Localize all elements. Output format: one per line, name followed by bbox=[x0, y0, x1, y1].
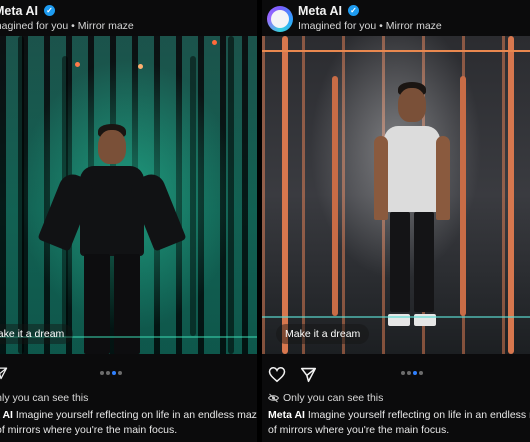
meta-topic[interactable]: Mirror maze bbox=[78, 20, 134, 32]
post-meta: Imagined for you • Mirror maze bbox=[0, 20, 134, 32]
verified-badge-icon: ✓ bbox=[348, 5, 359, 16]
caption-line-2: of mirrors where you're the main focus. bbox=[268, 424, 450, 436]
caption: Meta AI Imagine yourself reflecting on l… bbox=[268, 408, 530, 423]
make-it-a-dream-chip[interactable]: Make it a dream bbox=[276, 324, 370, 344]
caption-author[interactable]: Meta AI bbox=[0, 409, 13, 421]
author-name[interactable]: Meta AI bbox=[0, 4, 38, 18]
visibility-text: Only you can see this bbox=[0, 392, 89, 404]
light-bulb bbox=[212, 40, 217, 45]
caption-author[interactable]: Meta AI bbox=[268, 409, 305, 421]
post-meta: Imagined for you • Mirror maze bbox=[298, 20, 442, 32]
light-bulb bbox=[138, 64, 143, 69]
post-header: Meta AI ✓ Imagined for you • Mirror maze bbox=[0, 0, 257, 36]
paper-plane-icon[interactable] bbox=[0, 366, 8, 380]
verified-badge-icon: ✓ bbox=[44, 5, 55, 16]
carousel-dot bbox=[106, 371, 110, 375]
mirror-pillar bbox=[18, 36, 24, 354]
meta-topic[interactable]: Mirror maze bbox=[386, 20, 442, 32]
generated-image[interactable] bbox=[0, 36, 257, 354]
caption-line-2: of mirrors where you're the main focus. bbox=[0, 424, 178, 436]
caption-line-1: Imagine yourself reflecting on life in a… bbox=[307, 409, 530, 421]
meta-separator: • bbox=[71, 20, 75, 32]
mirror-pillar bbox=[190, 56, 196, 336]
post-header: Meta AI ✓ Imagined for you • Mirror maze bbox=[262, 0, 530, 36]
light-bulb bbox=[75, 62, 80, 67]
carousel-indicator bbox=[100, 371, 130, 377]
visibility-text: Only you can see this bbox=[283, 392, 384, 404]
paper-plane-icon[interactable] bbox=[300, 366, 317, 383]
post-right: Meta AI ✓ Imagined for you • Mirror maze bbox=[262, 0, 530, 442]
generated-image[interactable] bbox=[262, 36, 530, 354]
carousel-dot bbox=[100, 371, 104, 375]
eye-slash-icon bbox=[268, 393, 279, 403]
carousel-dot bbox=[419, 371, 423, 375]
mirror-pillar bbox=[228, 36, 234, 354]
carousel-dot bbox=[407, 371, 411, 375]
more-options-icon[interactable] bbox=[262, 9, 264, 13]
heart-icon[interactable] bbox=[268, 366, 286, 383]
carousel-dot-active bbox=[112, 371, 116, 375]
mirror-frame bbox=[508, 36, 514, 354]
make-it-a-dream-chip[interactable]: Make it a dream bbox=[0, 324, 74, 344]
mirror-frame bbox=[282, 36, 288, 354]
meta-label: Imagined for you bbox=[0, 20, 69, 32]
caption: Meta AI Imagine yourself reflecting on l… bbox=[0, 408, 257, 423]
carousel-dot bbox=[401, 371, 405, 375]
author-name[interactable]: Meta AI bbox=[298, 4, 342, 18]
person-figure bbox=[37, 124, 190, 354]
floor-reflection bbox=[262, 316, 530, 318]
person-figure bbox=[362, 80, 462, 350]
meta-ai-avatar[interactable] bbox=[267, 6, 293, 32]
mirror-frame bbox=[332, 76, 338, 316]
carousel-dot bbox=[118, 371, 122, 375]
caption-line-1: Imagine yourself reflecting on life in a… bbox=[15, 409, 257, 421]
meta-label: Imagined for you bbox=[298, 20, 377, 32]
ceiling-frame bbox=[262, 50, 530, 52]
carousel-dot-active bbox=[413, 371, 417, 375]
carousel-indicator bbox=[401, 371, 431, 377]
post-left: Meta AI ✓ Imagined for you • Mirror maze… bbox=[0, 0, 257, 442]
meta-separator: • bbox=[379, 20, 383, 32]
